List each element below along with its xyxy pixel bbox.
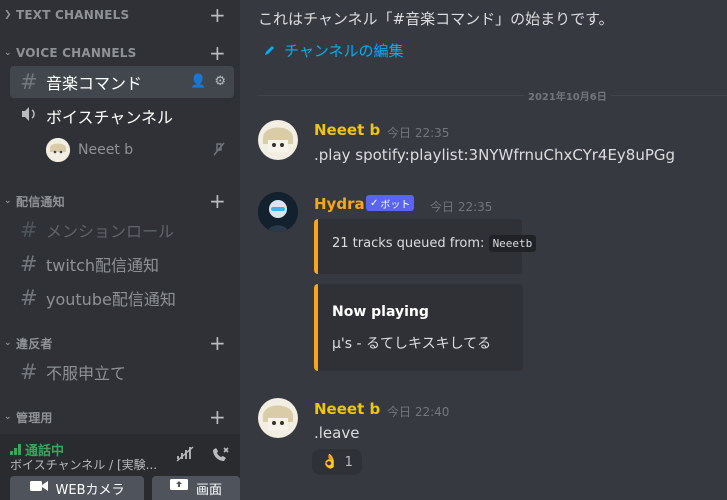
screen-share-button[interactable]: 画面 [152, 476, 240, 500]
invite-member-icon[interactable]: 👤 [190, 74, 206, 89]
noise-suppression-icon[interactable] [176, 446, 194, 468]
category-stream-notify[interactable]: ⌄ 配信通知 + [4, 189, 226, 213]
avatar[interactable] [258, 398, 298, 438]
pencil-icon [264, 42, 276, 60]
bot-badge-label: ボット [380, 199, 411, 211]
message-text: .leave [314, 424, 360, 442]
mic-muted-icon [212, 142, 226, 160]
avatar[interactable] [258, 120, 298, 160]
channel-label: 音楽コマンド [46, 74, 143, 93]
reaction-button[interactable]: 👌 1 [312, 449, 362, 475]
category-label: 配信通知 [16, 194, 65, 209]
embed-queue-text: 21 tracks queued from: [332, 236, 485, 251]
text-channel-icon: # [20, 252, 38, 276]
channel-mention-role[interactable]: # メンションロール [10, 214, 234, 246]
channel-sidebar: ❯ TEXT CHANNELS + ⌄ VOICE CHANNELS + # 音… [0, 0, 240, 500]
avatar [46, 138, 70, 162]
embed-now-playing: Now playing μ's - るてしキスキしてる [314, 284, 523, 371]
message-text: .play spotify:playlist:3NYWfrnuChxCYr4Ey… [314, 146, 676, 164]
voice-channel-subtitle[interactable]: ボイスチャンネル / [実験... [10, 456, 160, 473]
embed-title: Now playing [332, 304, 429, 320]
camera-icon [29, 480, 48, 496]
voice-user-name: Neeet b [78, 142, 134, 158]
category-admin[interactable]: ⌄ 管理用 + [4, 405, 226, 429]
text-channel-icon: # [20, 360, 38, 384]
camera-button[interactable]: WEBカメラ [10, 476, 144, 500]
channel-twitch[interactable]: # twitch配信通知 [10, 248, 234, 280]
message-author[interactable]: Hydra [314, 195, 365, 213]
text-channel-icon: # [20, 70, 38, 94]
channel-label: twitch配信通知 [46, 256, 160, 275]
edit-channel-link[interactable]: チャンネルの編集 [264, 40, 404, 61]
add-channel-button[interactable]: + [209, 331, 226, 355]
channel-label: youtube配信通知 [46, 290, 176, 309]
camera-label: WEBカメラ [55, 482, 125, 498]
message-author[interactable]: Neeet b [314, 121, 380, 139]
category-label: 違反者 [16, 336, 53, 351]
edit-channel-label: チャンネルの編集 [284, 42, 404, 60]
speaker-icon [20, 106, 44, 126]
category-voice-channels[interactable]: ⌄ VOICE CHANNELS + [4, 41, 226, 65]
channel-label: メンションロール [46, 222, 175, 241]
date-divider [258, 95, 727, 96]
channel-intro-text: これはチャンネル「#音楽コマンド」の始まりです。 [258, 10, 614, 28]
message-timestamp: 今日 22:35 [387, 126, 450, 140]
chevron-right-icon: ❯ [4, 10, 12, 20]
date-divider-text: 2021年10月6日 [524, 88, 611, 103]
category-text-channels[interactable]: ❯ TEXT CHANNELS + [4, 3, 226, 27]
ok-hand-icon: 👌 [321, 454, 339, 470]
message-timestamp: 今日 22:40 [387, 405, 450, 419]
chevron-down-icon: ⌄ [4, 196, 12, 206]
voice-participant[interactable]: Neeet b [46, 136, 236, 164]
add-channel-button[interactable]: + [209, 189, 226, 213]
embed-track: μ's - るてしキスキしてる [332, 336, 492, 352]
channel-voice[interactable]: ボイスチャンネル [10, 100, 234, 132]
chat-area: これはチャンネル「#音楽コマンド」の始まりです。 チャンネルの編集 2021年1… [240, 0, 727, 500]
category-label: TEXT CHANNELS [16, 8, 130, 22]
gear-icon[interactable]: ⚙ [214, 74, 226, 89]
embed-queue: 21 tracks queued from: Neeetb [314, 219, 537, 274]
bot-badge: ✓ ボット [366, 195, 415, 211]
category-violators[interactable]: ⌄ 違反者 + [4, 331, 226, 355]
text-channel-icon: # [20, 286, 38, 310]
chevron-down-icon: ⌄ [4, 412, 12, 422]
discord-app: ❯ TEXT CHANNELS + ⌄ VOICE CHANNELS + # 音… [0, 0, 727, 500]
disconnect-icon[interactable] [210, 446, 230, 468]
chevron-down-icon: ⌄ [4, 338, 12, 348]
check-icon: ✓ [370, 197, 379, 209]
avatar[interactable] [258, 192, 298, 232]
message-timestamp: 今日 22:35 [430, 200, 493, 214]
reaction-count: 1 [344, 454, 353, 470]
channel-label: 不服申立て [46, 364, 127, 383]
text-channel-icon: # [20, 218, 38, 242]
add-channel-button[interactable]: + [209, 3, 226, 27]
screen-share-label: 画面 [195, 482, 222, 498]
channel-label: ボイスチャンネル [46, 108, 174, 127]
embed-queue-code: Neeetb [488, 235, 537, 252]
chevron-down-icon: ⌄ [4, 48, 12, 58]
channel-music-commands[interactable]: # 音楽コマンド 👤 ⚙ [10, 66, 234, 98]
channel-youtube[interactable]: # youtube配信通知 [10, 282, 234, 314]
message-author[interactable]: Neeet b [314, 400, 380, 418]
channel-appeal[interactable]: # 不服申立て [10, 356, 234, 388]
screen-share-icon [169, 479, 188, 497]
category-label: 管理用 [16, 410, 53, 425]
add-channel-button[interactable]: + [209, 41, 226, 65]
voice-connection-panel: 通話中 ボイスチャンネル / [実験... WEBカメラ 画面 [0, 434, 240, 500]
signal-bars-icon [10, 444, 21, 455]
category-label: VOICE CHANNELS [16, 46, 137, 60]
add-channel-button[interactable]: + [209, 405, 226, 429]
